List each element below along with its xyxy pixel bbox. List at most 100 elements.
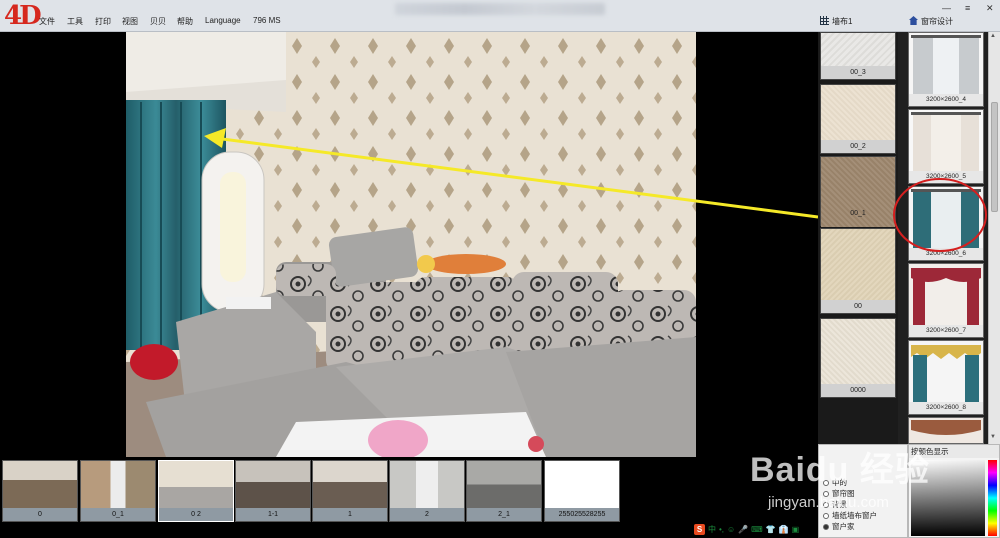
annotation-arrow bbox=[204, 128, 818, 219]
curtain-preview bbox=[909, 110, 983, 171]
swatch-label: 0000 bbox=[821, 384, 895, 397]
layer-option[interactable]: 墙纸墙布窗户 bbox=[823, 510, 877, 521]
ime-toolbar: S 中 •, ☺ 🎤 ⌨ 👕 👔 ▣ bbox=[694, 522, 799, 536]
menu-print[interactable]: 打印 bbox=[95, 16, 111, 27]
curtain-item[interactable]: 3200×2600_7 bbox=[908, 263, 984, 338]
app-window: 4D 文件 工具 打印 视图 贝贝 帮助 Language 796 MS — ≡… bbox=[0, 0, 1000, 538]
house-icon bbox=[909, 16, 918, 25]
room-thumbnail-selected[interactable]: 0 2 bbox=[158, 460, 234, 522]
curtain-label: 3200×2600_8 bbox=[909, 402, 983, 414]
layer-option[interactable]: 背景 bbox=[823, 499, 847, 510]
room-thumbnail-image bbox=[313, 461, 387, 508]
swatch-item[interactable]: 00 bbox=[820, 228, 896, 314]
room-thumbnail-image bbox=[159, 461, 233, 508]
color-picker-field[interactable] bbox=[911, 460, 985, 536]
app-logo: 4D bbox=[4, 1, 42, 31]
ime-clothes-icon[interactable]: 👔 bbox=[779, 525, 789, 534]
window-title-blurred bbox=[395, 3, 605, 15]
layer-option-label: 窗帘图 bbox=[832, 489, 855, 498]
swatch-texture bbox=[821, 85, 895, 140]
curtain-preview bbox=[909, 264, 983, 325]
menu-help[interactable]: 帮助 bbox=[177, 16, 193, 27]
menu-file[interactable]: 文件 bbox=[39, 16, 55, 27]
swatch-label: 00_2 bbox=[821, 140, 895, 153]
swatch-label: 00_3 bbox=[821, 66, 895, 79]
radio-icon bbox=[823, 490, 829, 497]
room-thumbnail-label: 1 bbox=[313, 508, 387, 521]
hue-slider[interactable] bbox=[988, 460, 997, 536]
layer-option-label: 墙纸墙布窗户 bbox=[832, 511, 877, 520]
swatch-label: 00 bbox=[821, 300, 895, 313]
swatch-texture bbox=[821, 229, 895, 300]
design-viewport[interactable] bbox=[0, 32, 818, 457]
ime-skin-icon[interactable]: 👕 bbox=[766, 525, 776, 534]
room-thumbnail-image bbox=[81, 461, 155, 508]
swatch-texture bbox=[821, 33, 895, 66]
curtain-panel-header: 窗帘设计 bbox=[909, 16, 953, 27]
menu-tools[interactable]: 工具 bbox=[67, 16, 83, 27]
scrollbar-thumb[interactable] bbox=[991, 102, 998, 212]
room-thumbnail[interactable]: 1-1 bbox=[235, 460, 311, 522]
radio-icon bbox=[823, 501, 829, 508]
render-time: 796 MS bbox=[253, 16, 281, 25]
grid-icon bbox=[820, 16, 829, 25]
swatch-item[interactable]: 00_1 bbox=[820, 156, 896, 227]
layer-option[interactable]: 窗帘图 bbox=[823, 488, 855, 499]
layer-option-label: 中的 bbox=[832, 478, 847, 487]
sogou-icon[interactable]: S bbox=[694, 523, 705, 535]
menu-toggle-button[interactable]: ≡ bbox=[965, 3, 970, 13]
ime-toolbox-icon[interactable]: ▣ bbox=[792, 525, 800, 534]
room-thumbnail-image bbox=[3, 461, 77, 508]
scroll-down-icon[interactable]: ▼ bbox=[990, 434, 996, 440]
room-thumbnail[interactable]: 1 bbox=[312, 460, 388, 522]
room-thumbnail-label: 2_1 bbox=[467, 508, 541, 521]
highlight-circle bbox=[893, 178, 987, 252]
layer-panel: 中的 窗帘图 背景 墙纸墙布窗户 窗户家 bbox=[818, 444, 908, 538]
curtain-item[interactable] bbox=[908, 417, 984, 444]
curtain-item[interactable]: 3200×2600_5 bbox=[908, 109, 984, 184]
room-thumbnail[interactable]: 0 bbox=[2, 460, 78, 522]
close-button[interactable]: ✕ bbox=[986, 3, 994, 14]
swatch-item[interactable]: 00_3 bbox=[820, 32, 896, 80]
ime-chinese-toggle[interactable]: 中 bbox=[708, 524, 716, 535]
color-filter-panel: 按颜色显示 bbox=[908, 444, 1000, 538]
room-thumbnail-image bbox=[467, 461, 541, 508]
swatch-item[interactable]: 00_2 bbox=[820, 84, 896, 154]
room-thumbnail-image bbox=[545, 461, 619, 508]
ime-microphone-icon[interactable]: 🎤 bbox=[738, 525, 748, 534]
room-thumbnail-label: 1-1 bbox=[236, 508, 310, 521]
room-thumbnail-label: 255025528255 bbox=[545, 508, 619, 521]
room-thumbnail[interactable]: 2 bbox=[389, 460, 465, 522]
layer-option[interactable]: 窗户家 bbox=[823, 521, 855, 532]
room-thumbnail[interactable]: 255025528255 bbox=[544, 460, 620, 522]
curtain-label: 3200×2600_7 bbox=[909, 325, 983, 337]
layer-option-label: 窗户家 bbox=[832, 522, 855, 531]
menu-bar: 4D 文件 工具 打印 视图 贝贝 帮助 Language 796 MS — ≡… bbox=[0, 0, 1000, 32]
room-thumbnail-label: 0 bbox=[3, 508, 77, 521]
layer-option[interactable]: 中的 bbox=[823, 477, 847, 488]
room-thumbnail-image bbox=[390, 461, 464, 508]
swatch-label: 00_1 bbox=[850, 210, 866, 217]
curtain-panel-title: 窗帘设计 bbox=[921, 17, 953, 26]
minimize-button[interactable]: — bbox=[942, 3, 951, 13]
radio-icon bbox=[823, 479, 829, 486]
swatch-texture bbox=[821, 319, 895, 384]
room-thumbnail[interactable]: 0_1 bbox=[80, 460, 156, 522]
menu-beibei[interactable]: 贝贝 bbox=[150, 16, 166, 27]
ime-keyboard-icon[interactable]: ⌨ bbox=[751, 525, 763, 534]
wallcloth-swatch-list: 00_3 00_2 00_1 00 0000 bbox=[818, 32, 898, 444]
curtain-preview bbox=[909, 33, 983, 94]
menu-view[interactable]: 视图 bbox=[122, 16, 138, 27]
swatch-item[interactable]: 0000 bbox=[820, 318, 896, 398]
room-thumbnail-image bbox=[236, 461, 310, 508]
curtain-preview bbox=[909, 341, 983, 402]
layer-option-label: 背景 bbox=[832, 500, 847, 509]
menu-language[interactable]: Language bbox=[205, 16, 241, 25]
ime-emoji-icon[interactable]: ☺ bbox=[727, 525, 735, 534]
room-thumbnail-label: 2 bbox=[390, 508, 464, 521]
ime-punctuation-icon[interactable]: •, bbox=[719, 525, 724, 534]
room-thumbnail[interactable]: 2_1 bbox=[466, 460, 542, 522]
curtain-item[interactable]: 3200×2600_8 bbox=[908, 340, 984, 415]
curtain-item[interactable]: 3200×2600_4 bbox=[908, 32, 984, 107]
scroll-up-icon[interactable]: ▲ bbox=[990, 33, 996, 39]
